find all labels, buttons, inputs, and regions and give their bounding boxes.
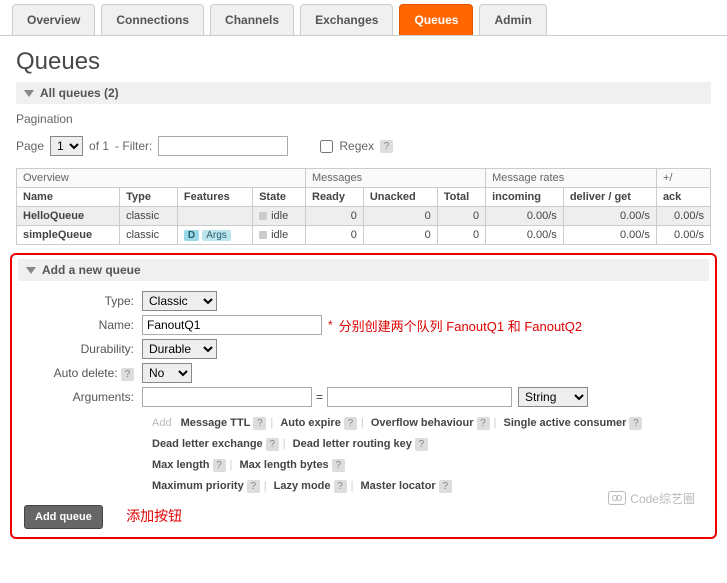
regex-checkbox[interactable] [320,140,333,153]
cell-ready: 0 [306,207,364,226]
durable-badge: D [184,230,199,241]
cell-deliver: 0.00/s [563,207,656,226]
col-group-rates: Message rates [486,169,657,188]
add-queue-header[interactable]: Add a new queue [18,259,709,281]
cell-features [177,207,252,226]
cell-unacked: 0 [363,226,437,245]
name-annotation: 分别创建两个队列 FanoutQ1 和 FanoutQ2 [339,316,582,335]
add-queue-title: Add a new queue [42,263,141,277]
helper-single-active[interactable]: Single active consumer [504,417,627,429]
name-input[interactable] [142,315,322,335]
cell-ready: 0 [306,226,364,245]
col-state[interactable]: State [253,188,306,207]
regex-label: Regex [339,139,374,153]
col-name[interactable]: Name [17,188,120,207]
helper-message-ttl[interactable]: Message TTL [181,417,251,429]
tab-admin[interactable]: Admin [479,4,546,35]
equals-sign: = [316,390,323,404]
col-total[interactable]: Total [437,188,485,207]
filter-input[interactable] [158,136,288,156]
autodelete-help-icon[interactable]: ? [121,368,134,381]
helper-lazy-mode[interactable]: Lazy mode [274,480,331,492]
helper-max-length-bytes[interactable]: Max length bytes [239,459,328,471]
all-queues-header[interactable]: All queues (2) [16,82,711,104]
annotation-box: Add a new queue Type: Classic Name: * 分别… [10,253,717,539]
col-ready[interactable]: Ready [306,188,364,207]
autodelete-label: Auto delete: ? [12,366,142,381]
queues-table: Overview Messages Message rates +/ Name … [16,168,711,245]
table-row: simpleQueue classic D Args idle 0 0 0 0.… [17,226,711,245]
argument-type-select[interactable]: String [518,387,588,407]
helper-dlrk[interactable]: Dead letter routing key [293,438,412,450]
button-annotation: 添加按钮 [126,508,182,524]
col-features[interactable]: Features [177,188,252,207]
cell-deliver: 0.00/s [563,226,656,245]
col-deliver[interactable]: deliver / get [563,188,656,207]
cell-incoming: 0.00/s [486,226,564,245]
page-title: Queues [16,48,727,76]
page-select[interactable]: 1 [50,136,83,156]
col-type[interactable]: Type [120,188,178,207]
type-label: Type: [12,294,142,308]
cell-unacked: 0 [363,207,437,226]
tab-channels[interactable]: Channels [210,4,294,35]
cell-name[interactable]: HelloQueue [17,207,120,226]
cell-state: idle [253,226,306,245]
col-group-messages: Messages [306,169,486,188]
cell-type: classic [120,226,178,245]
add-queue-button[interactable]: Add queue [24,505,103,529]
cell-ack: 0.00/s [656,207,710,226]
col-group-overview: Overview [17,169,306,188]
autodelete-select[interactable]: No [142,363,192,383]
page-label: Page [16,139,44,153]
table-row: HelloQueue classic idle 0 0 0 0.00/s 0.0… [17,207,711,226]
cell-ack: 0.00/s [656,226,710,245]
durability-label: Durability: [12,342,142,356]
chevron-down-icon [24,90,34,97]
cell-features: D Args [177,226,252,245]
col-incoming[interactable]: incoming [486,188,564,207]
durability-select[interactable]: Durable [142,339,217,359]
helper-max-length[interactable]: Max length [152,459,209,471]
tab-overview[interactable]: Overview [12,4,95,35]
page-of: of 1 [89,139,109,153]
helper-auto-expire[interactable]: Auto expire [280,417,341,429]
cell-total: 0 [437,207,485,226]
arguments-label: Arguments: [12,390,142,404]
cell-incoming: 0.00/s [486,207,564,226]
watermark: Code综艺圈 [608,490,695,507]
argument-helpers: Add Message TTL ?| Auto expire ?| Overfl… [152,413,715,497]
args-badge: Args [202,230,231,241]
cell-type: classic [120,207,178,226]
helper-max-priority[interactable]: Maximum priority [152,480,244,492]
nav-tabs: Overview Connections Channels Exchanges … [0,4,727,36]
chevron-down-icon [26,267,36,274]
helper-dlx[interactable]: Dead letter exchange [152,438,263,450]
argument-key-input[interactable] [142,387,312,407]
regex-help-icon[interactable]: ? [380,140,393,153]
argument-value-input[interactable] [327,387,512,407]
helpers-add-label: Add [152,417,172,429]
cell-total: 0 [437,226,485,245]
col-group-plus[interactable]: +/ [656,169,710,188]
col-unacked[interactable]: Unacked [363,188,437,207]
tab-queues[interactable]: Queues [399,4,473,35]
tab-connections[interactable]: Connections [101,4,204,35]
col-ack[interactable]: ack [656,188,710,207]
tab-exchanges[interactable]: Exchanges [300,4,393,35]
filter-label: - Filter: [115,139,152,153]
helper-overflow[interactable]: Overflow behaviour [371,417,474,429]
helper-master-locator[interactable]: Master locator [361,480,436,492]
cell-name[interactable]: simpleQueue [17,226,120,245]
wechat-icon [608,491,626,505]
all-queues-label: All queues (2) [40,86,119,100]
pagination-title: Pagination [16,112,711,126]
cell-state: idle [253,207,306,226]
type-select[interactable]: Classic [142,291,217,311]
required-marker: * [328,318,333,332]
name-label: Name: [12,318,142,332]
